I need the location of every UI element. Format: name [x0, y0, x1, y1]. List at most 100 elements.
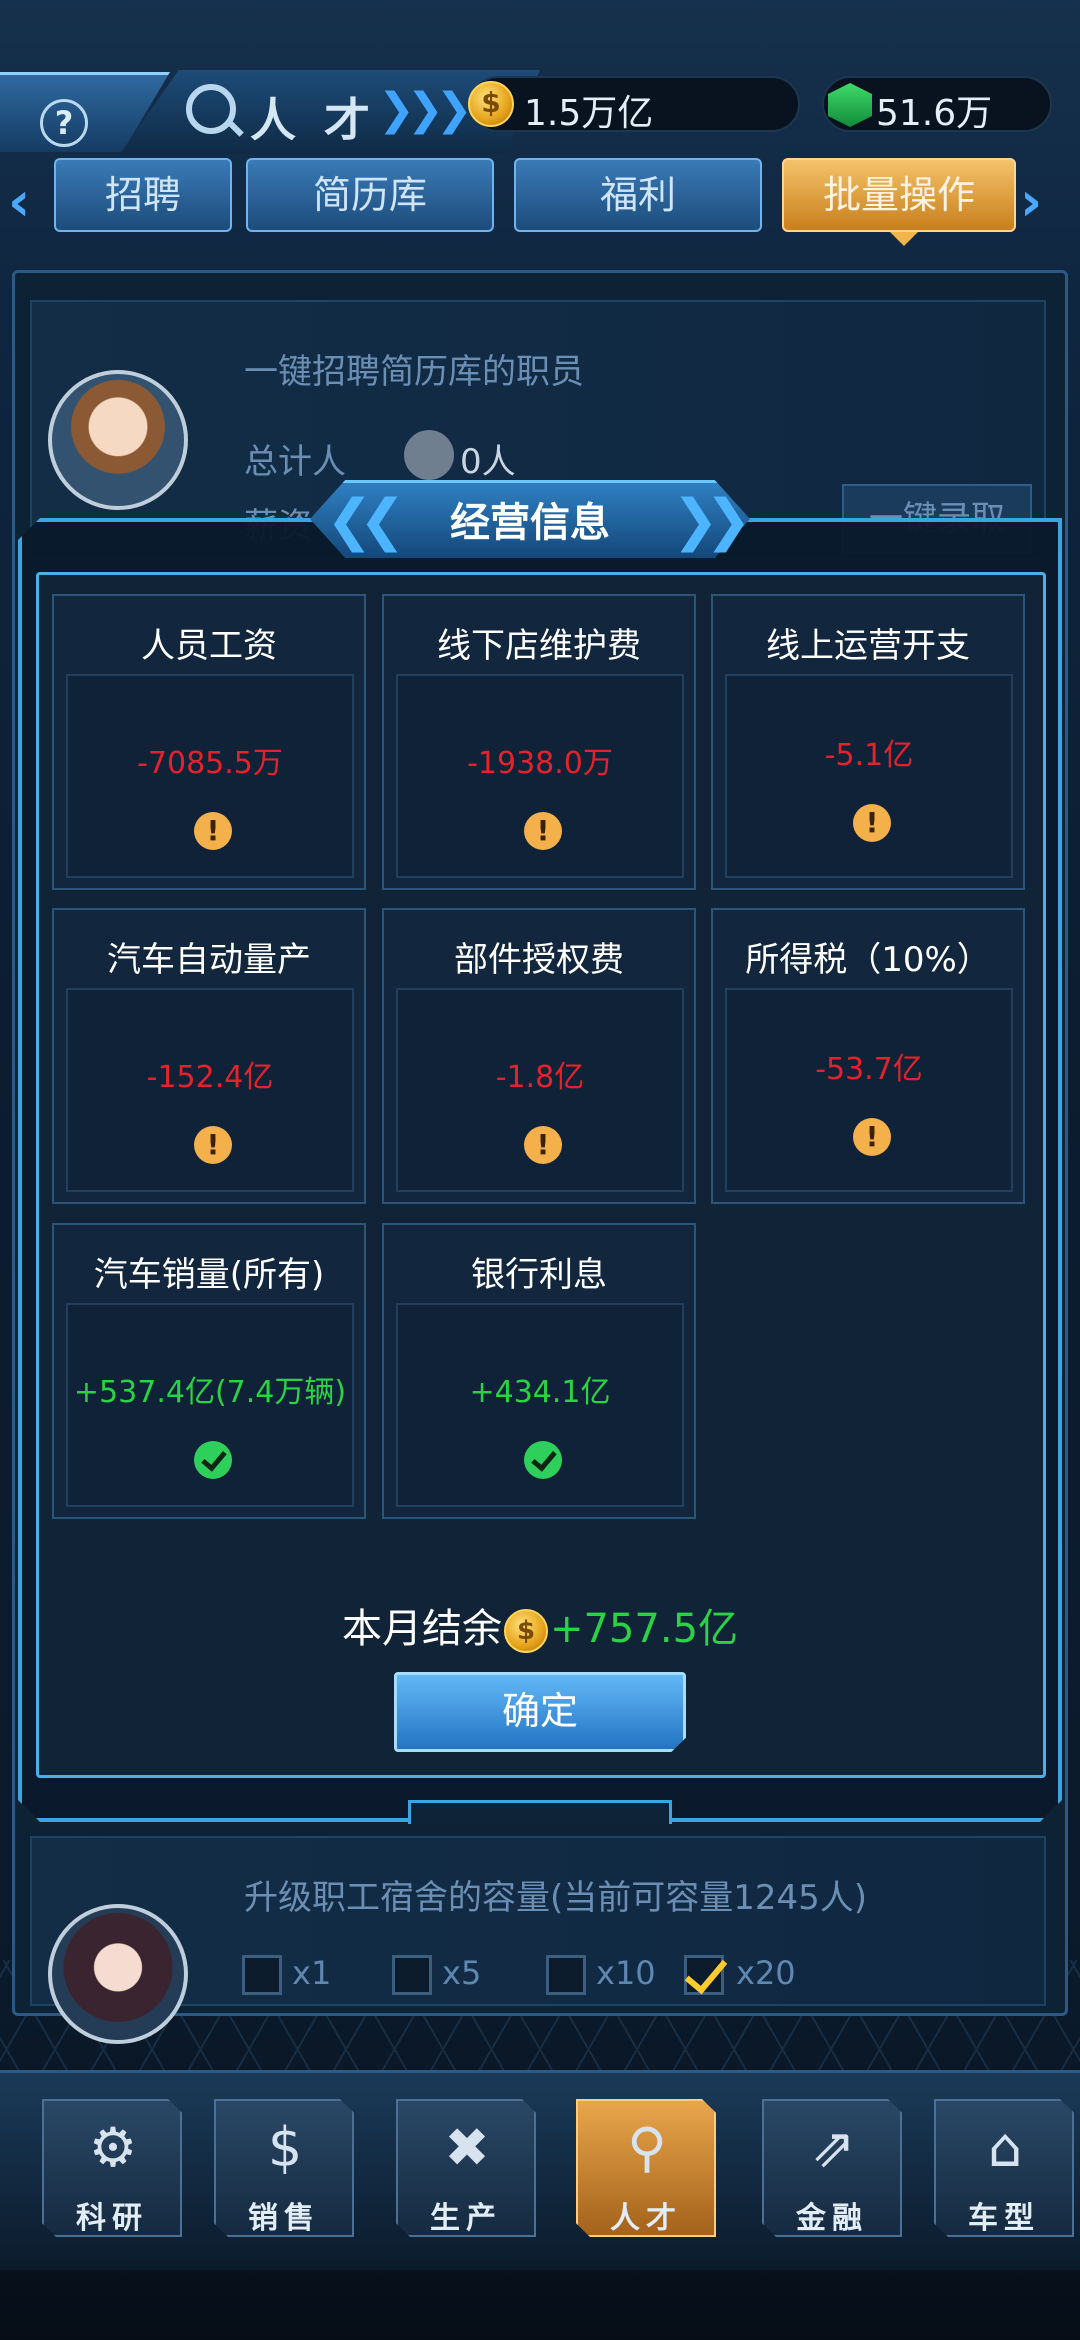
cell-value: -1938.0万: [467, 746, 613, 781]
info-cell-car-sales: 汽车销量(所有) +537.4亿(7.4万辆): [52, 1223, 366, 1519]
option-x1-label: x1: [292, 1954, 332, 1992]
tab-next-arrow-icon[interactable]: ›: [1020, 170, 1042, 233]
cell-title: 线上运营开支: [766, 626, 970, 666]
talent-search-icon: [186, 84, 236, 134]
warning-icon[interactable]: !: [853, 804, 891, 842]
modal-bottom-notch: [408, 1800, 672, 1824]
gold-coin-icon: $: [468, 81, 514, 127]
nav-production[interactable]: ✖ 生产: [396, 2099, 536, 2237]
cell-body: -7085.5万 !: [66, 674, 354, 878]
bottom-nav: ⚙ 科研 $ 销售 ✖ 生产 ⚲ 人才 ⇗ 金融 ⌂ 车型: [0, 2070, 1080, 2270]
option-x1-checkbox[interactable]: [242, 1955, 282, 1995]
cell-value: +434.1亿: [469, 1375, 611, 1410]
talent-search-icon: ⚲: [627, 2116, 667, 2179]
nav-label: 生产: [430, 2201, 502, 2236]
gem-currency[interactable]: 51.6万: [822, 76, 1052, 134]
info-cell-store-maintenance: 线下店维护费 -1938.0万 !: [382, 594, 696, 890]
cell-value: -53.7亿: [815, 1052, 923, 1087]
nav-label: 销售: [248, 2201, 320, 2236]
cell-title: 银行利息: [471, 1255, 607, 1295]
female-avatar: [48, 1904, 188, 2044]
nav-research[interactable]: ⚙ 科研: [42, 2099, 182, 2237]
balance-label: 本月结余: [341, 1606, 502, 1652]
info-cell-bank-interest: 银行利息 +434.1亿: [382, 1223, 696, 1519]
tab-resume-library[interactable]: 简历库: [246, 158, 494, 232]
warning-icon[interactable]: !: [524, 1126, 562, 1164]
modal-title: 经营信息: [450, 500, 610, 546]
info-cell-online-operations: 线上运营开支 -5.1亿 !: [711, 594, 1025, 890]
option-x20-checkbox[interactable]: [684, 1955, 724, 1995]
gold-amount: 1.5万亿: [524, 93, 654, 134]
info-cell-staff-salary: 人员工资 -7085.5万 !: [52, 594, 366, 890]
finance-chart-icon: ⇗: [810, 2116, 856, 2179]
nav-talent[interactable]: ⚲ 人才: [576, 2099, 716, 2237]
tab-recruit[interactable]: 招聘: [54, 158, 232, 232]
person-icon: [404, 430, 454, 480]
gold-currency[interactable]: $ 1.5万亿: [468, 76, 800, 134]
research-gear-icon: ⚙: [88, 2116, 138, 2179]
option-x5-label: x5: [442, 1954, 482, 1992]
nav-label: 金融: [796, 2201, 868, 2236]
tab-welfare[interactable]: 福利: [514, 158, 762, 232]
cell-title: 线下店维护费: [437, 626, 641, 666]
nav-sales[interactable]: $ 销售: [214, 2099, 354, 2237]
check-icon: [194, 1441, 232, 1479]
cell-value: -5.1亿: [824, 738, 914, 773]
cell-body: -152.4亿 !: [66, 988, 354, 1192]
option-x20-label: x20: [736, 1954, 796, 1992]
cell-body: -1.8亿 !: [396, 988, 684, 1192]
cell-value: +537.4亿(7.4万辆): [73, 1375, 347, 1410]
nav-car-models[interactable]: ⌂ 车型: [934, 2099, 1074, 2237]
cell-title: 所得税（10%）: [745, 940, 991, 980]
nav-label: 车型: [968, 2201, 1040, 2236]
active-tab-indicator: [890, 232, 918, 246]
car-garage-icon: ⌂: [987, 2116, 1023, 2179]
gold-coin-icon: $: [503, 1609, 548, 1653]
total-label: 总计人: [244, 442, 346, 482]
nav-label: 人才: [610, 2201, 682, 2236]
warning-icon[interactable]: !: [524, 812, 562, 850]
cell-title: 汽车自动量产: [107, 940, 311, 980]
cell-title: 部件授权费: [454, 940, 624, 980]
option-x5-checkbox[interactable]: [392, 1955, 432, 1995]
page-title: 人才: [250, 93, 398, 147]
warning-icon[interactable]: !: [194, 1126, 232, 1164]
cell-body: -1938.0万 !: [396, 674, 684, 878]
tab-bar: ‹ 招聘 简历库 福利 批量操作 ›: [0, 158, 1080, 246]
tab-prev-arrow-icon[interactable]: ‹: [8, 170, 30, 233]
monthly-balance: 本月结余 $ +757.5亿: [0, 1596, 1080, 1654]
info-cell-income-tax: 所得税（10%） -53.7亿 !: [711, 908, 1025, 1204]
cell-title: 汽车销量(所有): [93, 1255, 325, 1295]
male-avatar: [48, 370, 188, 510]
production-tools-icon: ✖: [444, 2116, 490, 2179]
warning-icon[interactable]: !: [853, 1118, 891, 1156]
cell-value: -7085.5万: [137, 746, 283, 781]
confirm-button[interactable]: 确定: [394, 1672, 686, 1752]
nav-finance[interactable]: ⇗ 金融: [762, 2099, 902, 2237]
recruit-card-title: 一键招聘简历库的职员: [244, 352, 584, 392]
help-icon: ?: [40, 99, 88, 147]
top-bar: ? 人才 ❯❯❯ $ 1.5万亿 51.6万: [0, 62, 1080, 154]
green-gem-icon: [828, 83, 872, 127]
cell-title: 人员工资: [141, 626, 277, 666]
total-value: 0人: [460, 442, 516, 482]
nav-label: 科研: [76, 2201, 148, 2236]
option-x10-checkbox[interactable]: [546, 1955, 586, 1995]
cell-body: -5.1亿 !: [725, 674, 1013, 878]
check-icon: [524, 1441, 562, 1479]
cell-body: -53.7亿 !: [725, 988, 1013, 1192]
gem-amount: 51.6万: [876, 93, 993, 134]
cell-value: -1.8亿: [495, 1060, 585, 1095]
dorm-upgrade-title: 升级职工宿舍的容量(当前可容量1245人): [244, 1878, 868, 1918]
title-arrows-icon: ❯❯❯: [378, 84, 473, 135]
sales-money-icon: $: [267, 2116, 303, 2179]
balance-value: +757.5亿: [549, 1606, 739, 1652]
info-cell-license-fee: 部件授权费 -1.8亿 !: [382, 908, 696, 1204]
tab-batch-operation[interactable]: 批量操作: [782, 158, 1016, 232]
option-x10-label: x10: [596, 1954, 656, 1992]
info-cell-auto-production: 汽车自动量产 -152.4亿 !: [52, 908, 366, 1204]
cell-body: +537.4亿(7.4万辆): [66, 1303, 354, 1507]
warning-icon[interactable]: !: [194, 812, 232, 850]
cell-value: -152.4亿: [146, 1060, 274, 1095]
cell-body: +434.1亿: [396, 1303, 684, 1507]
